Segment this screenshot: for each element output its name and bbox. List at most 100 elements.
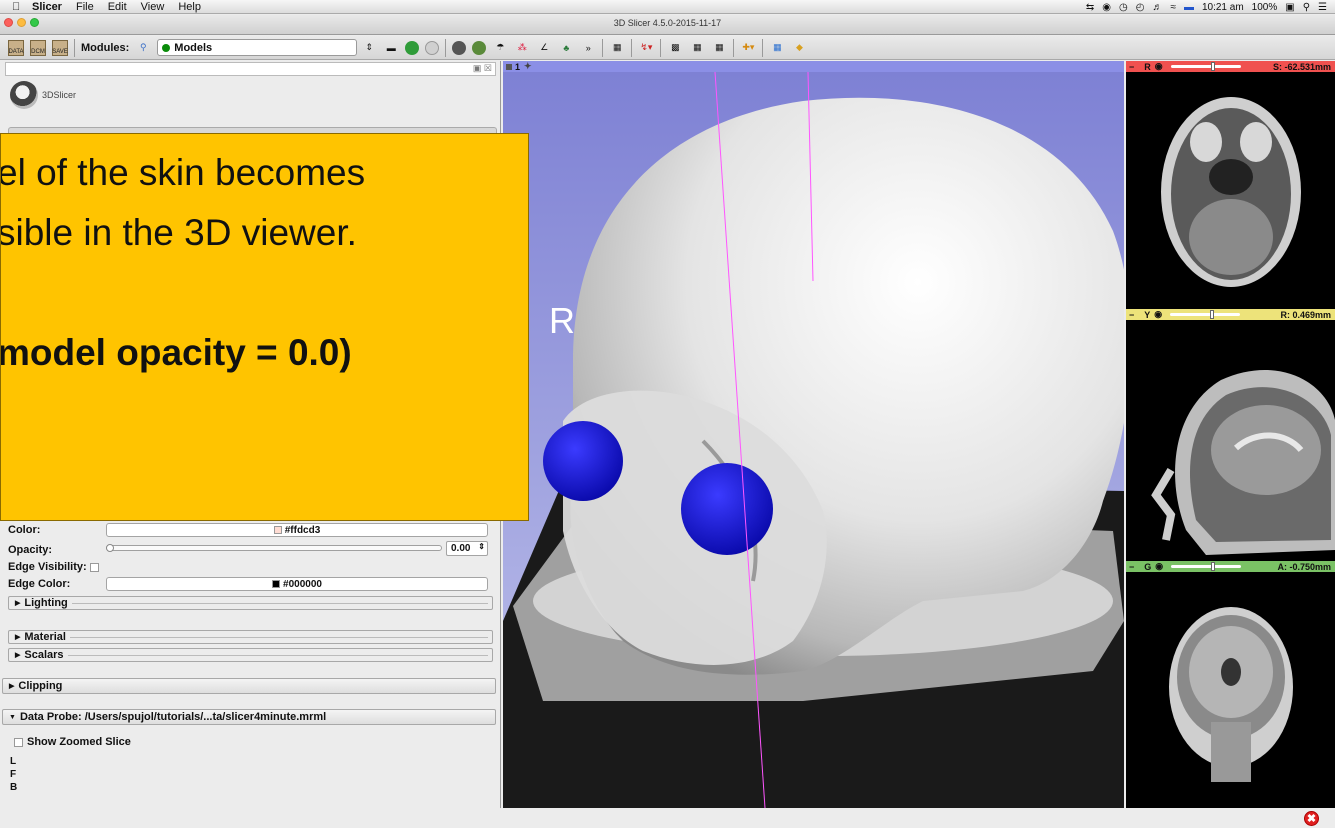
back-module-icon[interactable]	[405, 40, 420, 55]
opacity-spinbox[interactable]: 0.00 ⇕	[446, 541, 488, 556]
evernote-icon[interactable]: ◉	[1102, 2, 1111, 13]
dcm-icon-label: DCM	[31, 48, 45, 55]
scalars-section[interactable]: ▶ Scalars	[8, 648, 493, 662]
flag-icon[interactable]: ▬	[1184, 2, 1194, 13]
lighting-section[interactable]: ▶ Lighting	[8, 596, 493, 610]
editor-icon[interactable]: ⁂	[514, 39, 530, 57]
expand-triangle-icon: ▶	[15, 634, 21, 641]
opacity-label: Opacity:	[8, 544, 53, 556]
forward-module-icon[interactable]	[425, 40, 440, 55]
green-link-icon[interactable]: ◉	[1155, 561, 1163, 572]
view-options-icon[interactable]: ✦	[524, 61, 532, 72]
edge-color-swatch	[272, 580, 281, 588]
load-data-button[interactable]: DATA	[8, 39, 24, 56]
yellow-slice-controller[interactable]: − Y ◉ R: 0.469mm	[1126, 309, 1335, 320]
yellow-slider-handle[interactable]	[1210, 310, 1215, 319]
green-slice-slider[interactable]	[1171, 562, 1242, 571]
save-icon-label: SAVE	[52, 48, 68, 55]
data-probe-section[interactable]: ▼ Data Probe: /Users/spujol/tutorials/..…	[2, 709, 496, 725]
layout-icon[interactable]: ▦	[609, 39, 625, 57]
probe-layer-f: F	[10, 769, 17, 780]
red-slice-controller[interactable]: − R ◉ S: -62.531mm	[1126, 61, 1335, 72]
error-log-icon[interactable]: ✖	[1304, 811, 1319, 826]
volumes-module-icon[interactable]	[452, 40, 467, 55]
scene-view-icon[interactable]: ▦	[689, 39, 705, 57]
red-slice-view[interactable]: − R ◉ S: -62.531mm	[1126, 61, 1335, 309]
red-pin-icon[interactable]: −	[1129, 62, 1134, 72]
3d-render: R	[503, 71, 1124, 808]
module-history-icon[interactable]: ▬	[383, 39, 399, 57]
edge-visibility-label: Edge Visibility:	[8, 561, 87, 573]
screenshot-icon[interactable]: ▩	[667, 39, 683, 57]
battery-text[interactable]: 100%	[1252, 2, 1278, 13]
color-picker-button[interactable]: #ffdcd3	[106, 523, 488, 537]
save-button[interactable]: SAVE	[52, 39, 68, 56]
show-zoomed-slice-checkbox[interactable]	[14, 737, 23, 747]
panel-close-icon[interactable]: ▣ ☒	[473, 63, 492, 74]
edge-color-label: Edge Color:	[8, 578, 71, 590]
menu-help[interactable]: Help	[178, 1, 201, 13]
pin-icon[interactable]	[506, 63, 512, 70]
menu-file[interactable]: File	[76, 1, 94, 13]
red-slider-handle[interactable]	[1210, 62, 1215, 71]
ruler-icon[interactable]: ∠	[536, 39, 552, 57]
load-dicom-button[interactable]: DCM	[30, 39, 46, 56]
spin-arrows-icon[interactable]: ⇕	[478, 542, 485, 551]
module-dropdown-arrow[interactable]: ⇕	[361, 39, 377, 57]
opacity-value: 0.00	[451, 543, 471, 554]
fiducial-place-icon[interactable]: ✚▾	[740, 39, 756, 57]
material-section[interactable]: ▶ Material	[8, 630, 493, 644]
clock-icon[interactable]: ◴	[1136, 2, 1145, 13]
menu-view[interactable]: View	[141, 1, 165, 13]
network-icon[interactable]: ⇆	[1086, 2, 1094, 13]
green-slider-handle[interactable]	[1211, 562, 1216, 571]
menu-clock[interactable]: 10:21 am	[1202, 2, 1244, 13]
module-selector[interactable]: Models	[157, 39, 358, 56]
orientation-marker: R	[549, 300, 575, 341]
lighting-section-label: Lighting	[24, 597, 68, 609]
red-slice-slider[interactable]	[1170, 62, 1241, 71]
timemachine-icon[interactable]: ◷	[1119, 2, 1128, 13]
edge-color-value: #000000	[283, 578, 322, 590]
opacity-slider-track[interactable]	[106, 545, 442, 551]
more-toolbar-icon[interactable]: »	[580, 39, 596, 57]
apple-icon[interactable]: 	[12, 1, 24, 13]
models-toolbar-icon[interactable]	[472, 40, 487, 55]
battery-icon[interactable]: ▣	[1285, 2, 1294, 13]
3d-view-controller-bar[interactable]: 1 ✦	[503, 61, 1124, 72]
extension-manager-icon[interactable]: ▦	[769, 39, 785, 57]
spotlight-icon[interactable]: ⚲	[1303, 2, 1310, 13]
menu-edit[interactable]: Edit	[108, 1, 127, 13]
green-slice-controller[interactable]: − G ◉ A: -0.750mm	[1126, 561, 1335, 572]
extensions-icon[interactable]: ♣	[558, 39, 574, 57]
python-console-icon[interactable]: ◆	[791, 39, 807, 57]
crosshair-options-icon[interactable]: ↯▾	[638, 39, 654, 57]
yellow-slice-slider[interactable]	[1170, 310, 1241, 319]
red-link-icon[interactable]: ◉	[1155, 61, 1163, 72]
menu-app[interactable]: Slicer	[32, 1, 62, 13]
opacity-slider-handle[interactable]	[106, 544, 114, 552]
toolbar-separator	[733, 38, 735, 57]
green-slice-view[interactable]: − G ◉ A: -0.750mm	[1126, 561, 1335, 808]
wifi-icon[interactable]: ≈	[1170, 2, 1176, 13]
volume-icon[interactable]: ♬	[1152, 2, 1162, 13]
show-zoomed-slice-row[interactable]: Show Zoomed Slice	[14, 734, 131, 750]
edge-color-picker-button[interactable]: #000000	[106, 577, 488, 591]
sagittal-mri-image	[1151, 369, 1335, 555]
transforms-icon[interactable]: ☂	[492, 39, 508, 57]
yellow-link-icon[interactable]: ◉	[1154, 309, 1162, 320]
notification-icon[interactable]: ☰	[1318, 2, 1327, 13]
expand-triangle-icon: ▶	[9, 683, 15, 690]
edge-visibility-checkbox[interactable]	[89, 562, 99, 572]
clipping-section[interactable]: ▶ Clipping	[2, 678, 496, 694]
module-panel-search[interactable]: ▣ ☒	[5, 62, 496, 76]
yellow-pin-icon[interactable]: −	[1129, 310, 1134, 320]
yellow-slice-view[interactable]: − Y ◉ R: 0.469mm	[1126, 309, 1335, 561]
module-search-icon[interactable]: ⚲	[135, 39, 151, 57]
menu-status-area: ⇆ ◉ ◷ ◴ ♬ ≈ ▬ 10:21 am 100% ▣ ⚲ ☰	[1086, 0, 1327, 14]
green-pin-icon[interactable]: −	[1129, 562, 1134, 572]
scene-restore-icon[interactable]: ▦	[711, 39, 727, 57]
toolbar-separator	[74, 38, 75, 57]
3d-view[interactable]: R 1 ✦	[503, 61, 1124, 808]
section-divider	[71, 602, 488, 604]
